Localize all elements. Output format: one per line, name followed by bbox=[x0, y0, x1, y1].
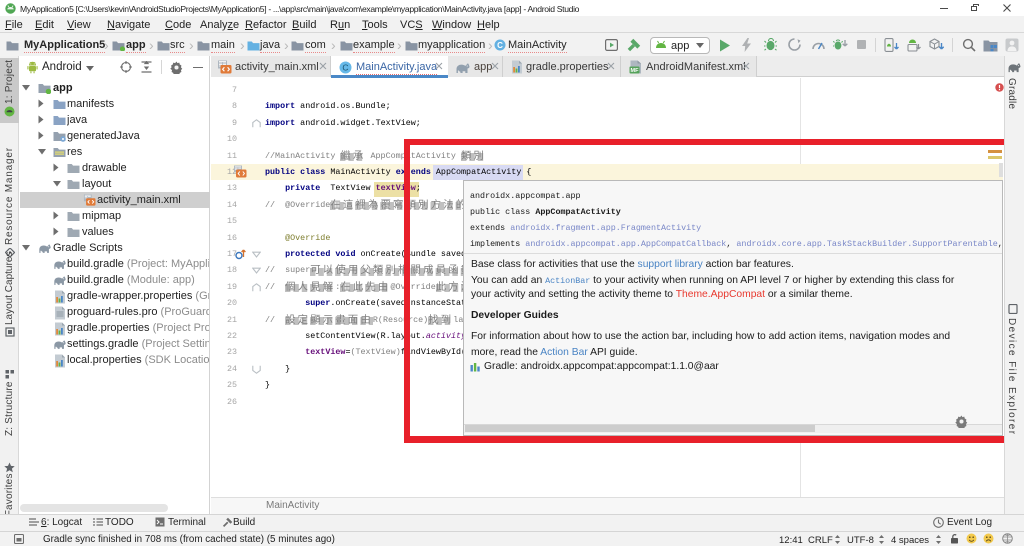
svg-text:C: C bbox=[342, 62, 348, 72]
svg-text:MF: MF bbox=[631, 68, 640, 74]
